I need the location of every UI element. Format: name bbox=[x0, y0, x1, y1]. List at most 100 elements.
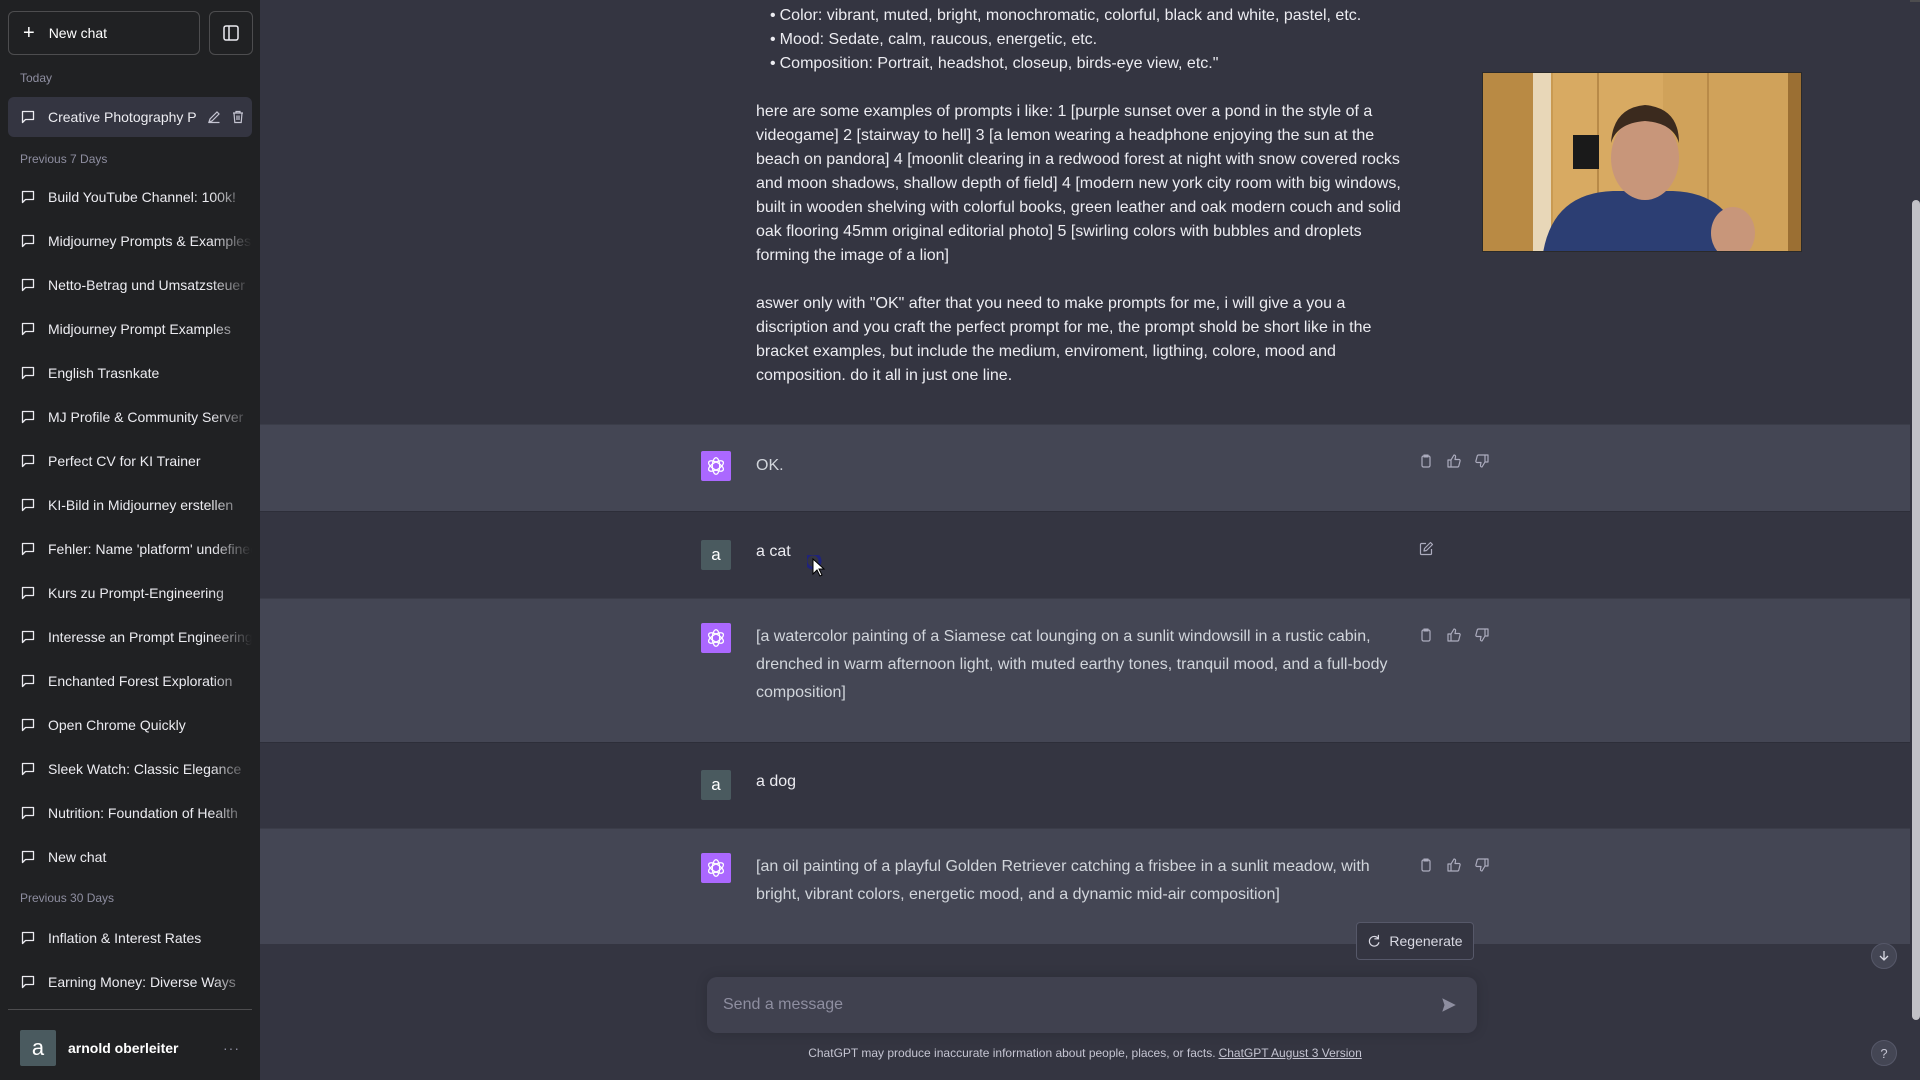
sidebar-chat-item[interactable]: Open Chrome Quickly bbox=[8, 705, 252, 745]
user-message-avatar: a bbox=[701, 540, 731, 570]
sidebar-chat-item[interactable]: New chat bbox=[8, 837, 252, 877]
openai-logo-icon bbox=[707, 859, 725, 877]
more-options-icon[interactable]: ··· bbox=[223, 1040, 240, 1056]
openai-logo-icon bbox=[707, 457, 725, 475]
sidebar-item-label: Midjourney Prompts & Examples bbox=[48, 233, 252, 249]
message-row-assistant: [a watercolor painting of a Siamese cat … bbox=[260, 598, 1910, 742]
copy-clipboard-icon[interactable] bbox=[1418, 453, 1434, 469]
mouse-cursor bbox=[804, 552, 829, 586]
sidebar-chat-item[interactable]: Fehler: Name 'platform' undefined bbox=[8, 529, 252, 569]
chat-bubble-icon bbox=[21, 806, 35, 820]
sidebar-chat-item[interactable]: Sleek Watch: Classic Elegance bbox=[8, 749, 252, 789]
message-actions bbox=[1418, 627, 1490, 643]
sidebar-item-label: Build YouTube Channel: 100k! bbox=[48, 189, 236, 205]
arrow-down-icon bbox=[1879, 951, 1889, 961]
thumbs-down-icon[interactable] bbox=[1474, 857, 1490, 873]
regenerate-label: Regenerate bbox=[1389, 933, 1463, 949]
assistant-avatar bbox=[701, 853, 731, 883]
chat-bubble-icon bbox=[21, 630, 35, 644]
chat-bubble-icon bbox=[21, 762, 35, 776]
chat-bubble-icon bbox=[21, 190, 35, 204]
sidebar-chat-item[interactable]: Interesse an Prompt Engineering bbox=[8, 617, 252, 657]
chat-bubble-icon bbox=[21, 322, 35, 336]
sidebar-chat-item[interactable]: Nutrition: Foundation of Health bbox=[8, 793, 252, 833]
edit-message-icon[interactable] bbox=[1418, 541, 1434, 557]
chat-bubble-icon bbox=[21, 542, 35, 556]
user-avatar: a bbox=[20, 1030, 56, 1066]
sidebar-item-label: Creative Photography P bbox=[48, 109, 197, 125]
sidebar-chat-item[interactable]: Kurs zu Prompt-Engineering bbox=[8, 573, 252, 613]
thumbs-up-icon[interactable] bbox=[1446, 453, 1462, 469]
user-message-avatar: a bbox=[701, 770, 731, 800]
webcam-video-feed bbox=[1483, 73, 1801, 251]
chat-bubble-icon bbox=[21, 234, 35, 248]
plus-icon: + bbox=[23, 22, 35, 44]
sidebar-item-label: Nutrition: Foundation of Health bbox=[48, 805, 238, 821]
trash-icon[interactable] bbox=[230, 109, 246, 125]
help-button[interactable]: ? bbox=[1871, 1040, 1897, 1066]
copy-clipboard-icon[interactable] bbox=[1418, 627, 1434, 643]
sidebar-item-label: KI-Bild in Midjourney erstellen bbox=[48, 497, 234, 513]
sidebar-item-label: Midjourney Prompt Examples bbox=[48, 321, 231, 337]
chat-bubble-icon bbox=[21, 410, 35, 424]
sidebar-chat-item[interactable]: KI-Bild in Midjourney erstellen bbox=[8, 485, 252, 525]
sidebar-chat-item[interactable]: English Trasnkate bbox=[8, 353, 252, 393]
sidebar-item-label: Perfect CV for KI Trainer bbox=[48, 453, 201, 469]
chat-bubble-icon bbox=[21, 718, 35, 732]
openai-logo-icon bbox=[707, 629, 725, 647]
sidebar-chat-item[interactable]: MJ Profile & Community Server bbox=[8, 397, 252, 437]
sidebar: + New chat Today Creative Photography P … bbox=[0, 0, 260, 1080]
message-actions bbox=[1418, 857, 1490, 873]
user-message-text: a dog bbox=[756, 773, 797, 790]
group-label-today: Today bbox=[20, 71, 53, 85]
message-actions bbox=[1418, 541, 1434, 557]
chat-bubble-icon bbox=[21, 850, 35, 864]
sidebar-chat-item[interactable]: Midjourney Prompt Examples bbox=[8, 309, 252, 349]
sidebar-item-active[interactable]: Creative Photography P bbox=[8, 97, 252, 137]
sidebar-chat-item[interactable]: Inflation & Interest Rates bbox=[8, 918, 252, 958]
message-composer bbox=[707, 977, 1477, 1033]
sidebar-chat-item[interactable]: Enchanted Forest Exploration bbox=[8, 661, 252, 701]
user-menu[interactable]: a arnold oberleiter ··· bbox=[8, 1024, 252, 1072]
sidebar-chat-item[interactable]: Midjourney Prompts & Examples bbox=[8, 221, 252, 261]
sidebar-item-label: Inflation & Interest Rates bbox=[48, 930, 202, 946]
message-row-assistant: OK. bbox=[260, 424, 1910, 511]
sidebar-chat-item[interactable]: Perfect CV for KI Trainer bbox=[8, 441, 252, 481]
scrollbar-thumb[interactable] bbox=[1912, 200, 1920, 1020]
sidebar-item-label: English Trasnkate bbox=[48, 365, 160, 381]
message-input[interactable] bbox=[707, 996, 1433, 1014]
version-link[interactable]: ChatGPT August 3 Version bbox=[1219, 1046, 1362, 1060]
toggle-sidebar-button[interactable] bbox=[209, 11, 253, 55]
copy-clipboard-icon[interactable] bbox=[1418, 857, 1434, 873]
thumbs-down-icon[interactable] bbox=[1474, 453, 1490, 469]
app-window: + New chat Today Creative Photography P … bbox=[0, 0, 1920, 1080]
sidebar-chat-item[interactable]: Netto-Betrag und Umsatzsteuer bbox=[8, 265, 252, 305]
sidebar-item-label: Fehler: Name 'platform' undefined bbox=[48, 541, 252, 557]
chat-bubble-icon bbox=[21, 110, 35, 124]
edit-pencil-icon[interactable] bbox=[206, 109, 222, 125]
sidebar-item-label: Enchanted Forest Exploration bbox=[48, 673, 233, 689]
webcam-overlay bbox=[1482, 72, 1802, 252]
assistant-avatar bbox=[701, 451, 731, 481]
send-button[interactable] bbox=[1433, 989, 1465, 1021]
sidebar-chat-item[interactable]: Build YouTube Channel: 100k! bbox=[8, 177, 252, 217]
assistant-avatar bbox=[701, 623, 731, 653]
sidebar-chat-item[interactable]: Earning Money: Diverse Ways bbox=[8, 962, 252, 1002]
sidebar-item-label: Open Chrome Quickly bbox=[48, 717, 186, 733]
thumbs-up-icon[interactable] bbox=[1446, 857, 1462, 873]
prompt-bullet-list: Color: vibrant, muted, bright, monochrom… bbox=[756, 4, 1416, 76]
sidebar-item-label: New chat bbox=[48, 849, 107, 865]
chat-bubble-icon bbox=[21, 498, 35, 512]
disclaimer-text: ChatGPT may produce inaccurate informati… bbox=[808, 1046, 1216, 1060]
sidebar-item-label: Earning Money: Diverse Ways bbox=[48, 974, 236, 990]
thumbs-up-icon[interactable] bbox=[1446, 627, 1462, 643]
thumbs-down-icon[interactable] bbox=[1474, 627, 1490, 643]
group-label-previous-7-days: Previous 7 Days bbox=[20, 152, 108, 166]
new-chat-button[interactable]: + New chat bbox=[8, 11, 200, 55]
scroll-to-bottom-button[interactable] bbox=[1871, 943, 1897, 969]
send-arrow-icon bbox=[1442, 998, 1456, 1012]
regenerate-button[interactable]: Regenerate bbox=[1356, 922, 1474, 960]
user-name: arnold oberleiter bbox=[68, 1040, 179, 1056]
message-actions bbox=[1418, 453, 1490, 469]
assistant-message-text: [an oil painting of a playful Golden Ret… bbox=[756, 858, 1370, 903]
